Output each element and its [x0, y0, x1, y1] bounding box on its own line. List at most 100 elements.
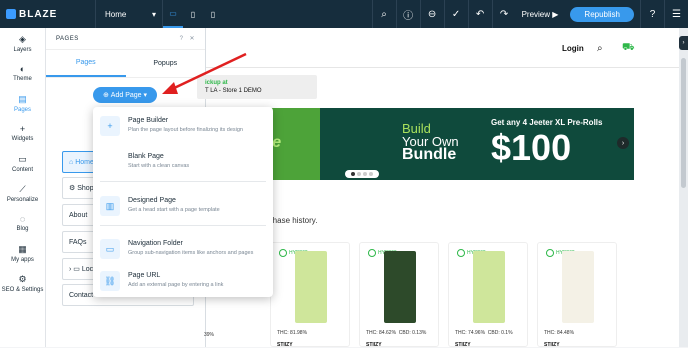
- product-image: [562, 251, 594, 323]
- brand-logo[interactable]: BLAZE: [0, 0, 96, 28]
- check-icon[interactable]: ✓: [443, 0, 468, 28]
- page-select-dropdown[interactable]: Home ▾: [99, 0, 163, 28]
- page-label: Home: [75, 158, 94, 166]
- help-icon[interactable]: ?: [180, 36, 184, 42]
- add-page-button[interactable]: ⊕ Add Page ▾: [93, 87, 157, 103]
- chevron-down-icon: ▾: [143, 92, 148, 99]
- purchase-history-text: rchase history.: [266, 216, 318, 225]
- cbd-value: CBD: 0.1%: [487, 330, 513, 336]
- tablet-view-icon[interactable]: ▯: [183, 0, 203, 28]
- zoom-out-icon[interactable]: ⊖: [419, 0, 444, 28]
- carousel-dot[interactable]: [351, 172, 355, 176]
- menu-item-desc: Plan the page layout before finalizing i…: [128, 127, 243, 133]
- logo-icon: [6, 9, 16, 19]
- chevron-down-icon: ▾: [151, 9, 156, 19]
- blank-icon: [100, 152, 120, 172]
- thc-value: THC: 84.62%: [366, 330, 397, 336]
- promo-banner[interactable]: dle Build Your Own Bundle Get any 4 Jeet…: [254, 108, 634, 180]
- plus-icon: +: [19, 124, 26, 134]
- menu-icon[interactable]: ☰: [664, 0, 688, 28]
- link-icon: ⛓: [100, 271, 120, 291]
- plus-circle-icon: ⊕: [102, 92, 109, 99]
- nav-label: Widgets: [11, 136, 34, 142]
- banner-next-icon[interactable]: ›: [617, 137, 629, 149]
- nav-content[interactable]: ▭ Content: [0, 148, 45, 178]
- banner-build-text: Build Your Own Bundle: [402, 122, 459, 163]
- redo-icon[interactable]: ↷: [491, 0, 516, 28]
- collapse-icon[interactable]: ›: [679, 36, 688, 50]
- red-arrow-annotation: [162, 52, 247, 94]
- menu-divider: [100, 181, 266, 182]
- nav-pages[interactable]: ▤ Pages: [0, 88, 45, 118]
- top-toolbar: BLAZE Home ▾ ▭ ▯ ▯ ⌕ ⓘ ⊖ ✓ ↶ ↷ Preview ▶ …: [0, 0, 688, 28]
- left-navigation: ◈ Layers ◐ Theme ▤ Pages + Widgets ▭ Content …: [0, 28, 46, 347]
- scrollbar-thumb[interactable]: [681, 58, 686, 188]
- carousel-dots[interactable]: [345, 170, 379, 178]
- banner-price: $100: [491, 127, 572, 168]
- nav-label: Content: [11, 166, 33, 173]
- site-login-link[interactable]: Login: [562, 44, 584, 53]
- nav-my-apps[interactable]: ▦ My apps: [0, 238, 45, 268]
- nav-label: SEO & Settings: [1, 286, 44, 293]
- nav-seo-settings[interactable]: ⚙ SEO & Settings: [0, 268, 45, 298]
- product-card[interactable]: HYBRID THC: 81.98% STIIZY: [270, 242, 350, 348]
- menu-item-designed-page[interactable]: ▥ Designed Page Get a head start with a p…: [93, 187, 273, 227]
- plus-icon: +: [100, 116, 120, 136]
- thc-value: THC: 84.48%: [544, 330, 575, 336]
- thc-value: THC: 81.98%: [277, 330, 308, 336]
- canvas-scrollbar[interactable]: ›: [679, 28, 688, 347]
- carousel-dot[interactable]: [369, 172, 373, 176]
- carousel-dot[interactable]: [357, 172, 361, 176]
- close-icon[interactable]: ✕: [189, 36, 195, 42]
- blog-icon: ◌: [19, 214, 26, 224]
- nav-label: Layers: [13, 46, 32, 53]
- page-label: About: [69, 211, 88, 219]
- menu-item-desc: Add an external page by entering a link: [128, 282, 224, 288]
- nav-widgets[interactable]: + Widgets: [0, 118, 45, 148]
- product-card[interactable]: HYBRID THC: 74.96% CBD: 0.1% STIIZY: [448, 242, 528, 348]
- nav-label: Personalize: [6, 196, 39, 203]
- palette-icon: ◐: [19, 64, 26, 74]
- carousel-dot[interactable]: [363, 172, 367, 176]
- cbd-value: CBD: 0.13%: [398, 330, 427, 336]
- info-icon[interactable]: ⓘ: [395, 0, 420, 28]
- menu-item-page-url[interactable]: ⛓ Page URL Add an external page by enteri…: [93, 262, 273, 302]
- undo-icon[interactable]: ↶: [467, 0, 492, 28]
- home-icon: ⌂: [69, 158, 74, 166]
- product-brand: STIIZY: [366, 342, 382, 348]
- mobile-view-icon[interactable]: ▯: [203, 0, 223, 28]
- menu-item-blank-page[interactable]: Blank Page Start with a clean canvas: [93, 143, 273, 183]
- menu-item-title: Navigation Folder: [128, 240, 183, 247]
- page-label: Loc: [81, 265, 94, 273]
- preview-button[interactable]: Preview ▶: [516, 0, 565, 28]
- product-brand: STIIZY: [277, 342, 293, 348]
- help-icon[interactable]: ?: [640, 0, 664, 28]
- folder-icon: ▭: [73, 266, 80, 273]
- product-card[interactable]: HYBRID THC: 84.62% CBD: 0.13% STIIZY: [359, 242, 439, 348]
- nav-layers[interactable]: ◈ Layers: [0, 28, 45, 58]
- panel-header: PAGES ? ✕: [46, 28, 205, 50]
- nav-blog[interactable]: ◌ Blog: [0, 208, 45, 238]
- tab-pages[interactable]: Pages: [46, 50, 126, 77]
- partial-thc-value: 39%: [204, 332, 215, 338]
- product-image: [384, 251, 416, 323]
- gear-icon: ⚙: [18, 273, 27, 284]
- menu-item-desc: Get a head start with a page template: [128, 207, 220, 213]
- search-icon[interactable]: ⌕: [371, 0, 396, 28]
- product-brand: STIIZY: [544, 342, 560, 348]
- page-label: Contact: [69, 291, 94, 299]
- nav-label: Theme: [13, 76, 32, 82]
- nav-personalize[interactable]: ⟋ Personalize: [0, 178, 45, 208]
- layers-icon: ◈: [19, 33, 26, 44]
- cart-icon[interactable]: ⛟: [622, 42, 635, 55]
- site-search-icon[interactable]: ⌕: [597, 43, 603, 54]
- republish-button[interactable]: Republish: [570, 6, 634, 22]
- add-page-menu: + Page Builder Plan the page layout befor…: [93, 107, 273, 297]
- desktop-view-icon[interactable]: ▭: [163, 0, 183, 28]
- nav-theme[interactable]: ◐ Theme: [0, 58, 45, 88]
- page-label: FAQs: [69, 238, 87, 246]
- menu-item-page-builder[interactable]: + Page Builder Plan the page layout befor…: [93, 107, 273, 147]
- product-image: [473, 251, 505, 323]
- product-card[interactable]: HYBRID THC: 84.48% STIIZY: [537, 242, 617, 348]
- banner-bundle-line: Bundle: [402, 146, 457, 163]
